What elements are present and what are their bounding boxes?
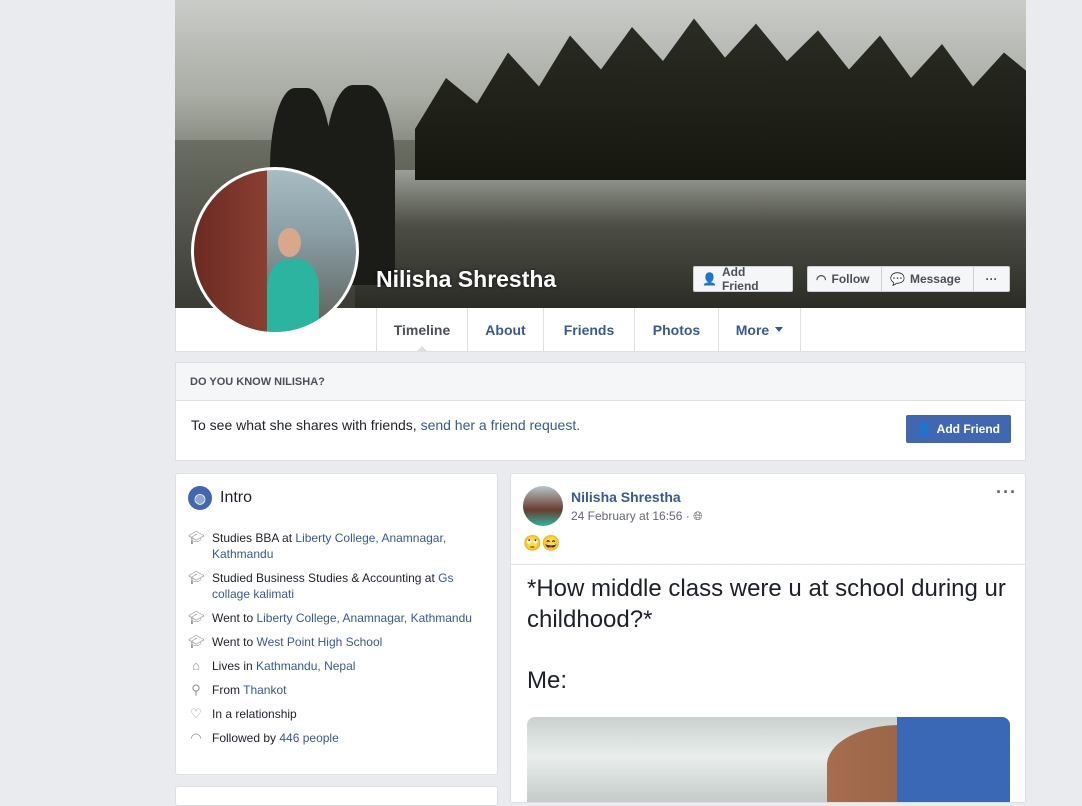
add-friend-primary-button[interactable]: 👤 Add Friend: [905, 415, 1011, 443]
intro-link[interactable]: Liberty College, Anamnagar, Kathmandu: [256, 611, 471, 625]
post-options-button[interactable]: ···: [996, 482, 1017, 503]
next-card: [175, 786, 498, 806]
post-image-caption: *How middle class were u at school durin…: [527, 575, 1006, 633]
intro-link[interactable]: 446 people: [279, 731, 338, 745]
rss-icon: ◠: [816, 272, 827, 286]
post-photo: [527, 717, 1010, 802]
more-actions-label: ···: [985, 272, 998, 286]
post-avatar[interactable]: [523, 486, 563, 526]
send-friend-request-link[interactable]: send her a friend request.: [421, 417, 581, 433]
profile-picture[interactable]: [191, 167, 359, 335]
intro-item: ♡ In a relationship: [188, 706, 488, 722]
profile-name[interactable]: Nilisha Shrestha: [376, 266, 556, 293]
intro-item: ⚲ From Thankot: [188, 682, 488, 698]
add-friend-icon: 👤: [916, 422, 932, 436]
graduation-cap-icon: 🎓︎: [188, 610, 205, 625]
intro-title-label: Intro: [220, 489, 253, 506]
avatar-bg-wall: [194, 170, 267, 332]
location-pin-icon: ⚲: [191, 682, 201, 697]
photo-sleeve: [897, 717, 1010, 802]
intro-title: ◍ Intro: [188, 486, 252, 510]
intro-list: 🎓︎ Studies BBA at Liberty College, Anamna…: [188, 530, 488, 754]
graduation-cap-icon: 🎓︎: [188, 530, 205, 545]
add-friend-label: Add Friend: [721, 265, 759, 293]
more-actions-button[interactable]: ···: [973, 266, 1010, 292]
post-image-me: Me:: [527, 667, 568, 694]
post-image[interactable]: *How middle class were u at school durin…: [511, 564, 1025, 802]
tab-more[interactable]: More: [718, 308, 801, 351]
do-you-know-heading: DO YOU KNOW NILISHA?: [176, 363, 1025, 401]
tab-photos[interactable]: Photos: [634, 308, 718, 351]
post-time-label: 24 February at 16:56 ·: [571, 509, 690, 523]
tab-timeline-label: Timeline: [393, 321, 451, 338]
intro-item: 🎓︎ Went to Liberty College, Anamnagar, Ka…: [188, 610, 472, 625]
avatar-figure-head: [278, 228, 301, 258]
rss-icon: ◠: [190, 730, 202, 745]
graduation-cap-icon: 🎓︎: [188, 570, 205, 585]
globe-icon: ◍: [188, 486, 212, 510]
do-you-know-body: To see what she shares with friends,: [191, 417, 421, 433]
graduation-cap-icon: 🎓︎: [188, 634, 205, 649]
message-button[interactable]: 💬 Message: [881, 266, 974, 292]
follow-label: Follow: [831, 272, 870, 286]
add-friend-icon: 👤: [702, 272, 717, 286]
post-timestamp[interactable]: 24 February at 16:56 · 🌐︎: [571, 509, 703, 524]
home-icon: ⌂: [192, 658, 200, 673]
intro-link[interactable]: Thankot: [243, 683, 286, 697]
tab-photos-label: Photos: [652, 321, 701, 338]
heart-icon: ♡: [190, 706, 202, 721]
intro-link[interactable]: West Point High School: [256, 635, 382, 649]
intro-item: ⌂ Lives in Kathmandu, Nepal: [188, 658, 488, 674]
intro-item: 🎓︎ Went to West Point High School: [188, 634, 383, 649]
follow-button[interactable]: ◠ Follow: [807, 266, 882, 292]
do-you-know-text: To see what she shares with friends, sen…: [191, 417, 580, 433]
chevron-down-icon: [775, 327, 784, 332]
intro-item: 🎓︎ Studied Business Studies & Accounting …: [188, 570, 454, 601]
add-friend-primary-label: Add Friend: [936, 422, 1000, 436]
tab-about[interactable]: About: [467, 308, 543, 351]
intro-item: 🎓︎ Studies BBA at Liberty College, Anamna…: [188, 530, 447, 561]
tab-about-label: About: [485, 321, 526, 338]
intro-link[interactable]: Kathmandu, Nepal: [256, 659, 355, 673]
add-friend-button[interactable]: 👤 Add Friend: [693, 265, 793, 293]
tab-timeline[interactable]: Timeline: [376, 308, 467, 352]
tab-friends-label: Friends: [563, 321, 615, 338]
tab-friends[interactable]: Friends: [543, 308, 634, 351]
post-card: Nilisha Shrestha 24 February at 16:56 · …: [510, 473, 1026, 803]
tab-more-label: More: [735, 321, 770, 338]
intro-card: ◍ Intro 🎓︎ Studies BBA at Liberty College…: [175, 473, 498, 775]
avatar-figure-body: [266, 259, 319, 332]
post-text: 🙄😄: [523, 535, 561, 552]
messenger-icon: 💬: [890, 272, 905, 286]
intro-item: ◠ Followed by 446 people: [188, 730, 488, 746]
post-author[interactable]: Nilisha Shrestha: [571, 489, 681, 505]
message-label: Message: [909, 272, 961, 286]
globe-icon: 🌐︎: [693, 509, 703, 523]
do-you-know-box: DO YOU KNOW NILISHA? To see what she sha…: [175, 362, 1026, 461]
